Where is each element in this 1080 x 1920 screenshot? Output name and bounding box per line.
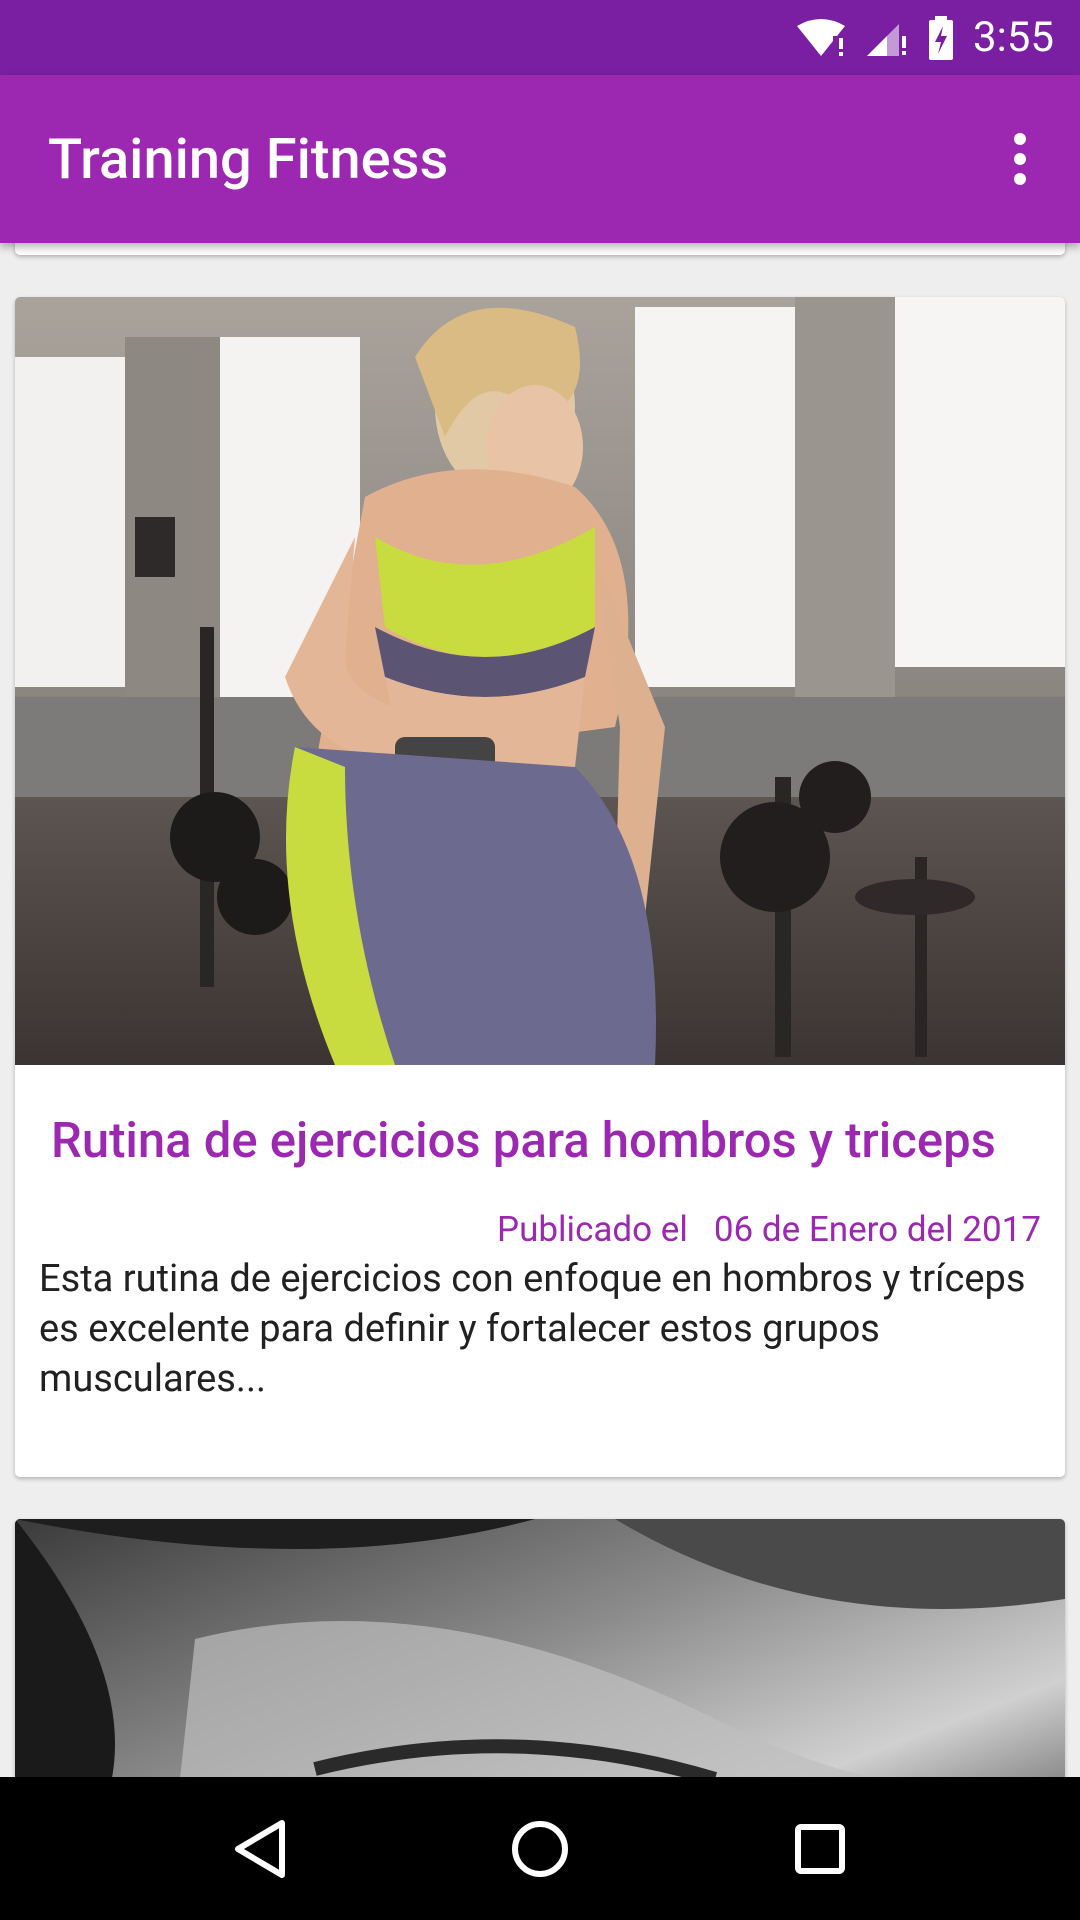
published-date: 06 de Enero del 2017 [713,1209,1041,1250]
status-time: 3:55 [973,13,1054,62]
article-card-next[interactable] [15,1519,1065,1777]
navigation-bar [0,1777,1080,1920]
wifi-icon [795,18,847,58]
woman-portrait-bw-photo [15,1519,1065,1777]
app-title: Training Fitness [48,126,449,192]
home-icon[interactable] [500,1809,580,1889]
app-bar: Training Fitness [0,75,1080,243]
published-label: Publicado el [497,1209,688,1250]
article-card-previous[interactable] [15,243,1065,255]
back-icon[interactable] [220,1809,300,1889]
article-card[interactable]: Rutina de ejercicios para hombros y tric… [15,297,1065,1477]
article-description: Esta rutina de ejercicios con enfoque en… [39,1257,1026,1401]
article-title[interactable]: Rutina de ejercicios para hombros y tric… [51,1109,1029,1173]
recents-icon[interactable] [780,1809,860,1889]
status-bar: 3:55 [0,0,1080,75]
article-publish-date: Publicado el 06 de Enero del 2017 [39,1209,1041,1250]
woman-lifting-dumbbell-photo [15,297,1065,1065]
signal-icon [865,18,909,58]
article-feed[interactable]: Rutina de ejercicios para hombros y tric… [0,243,1080,1777]
overflow-menu-icon[interactable] [1000,129,1040,189]
battery-charging-icon [927,15,955,60]
